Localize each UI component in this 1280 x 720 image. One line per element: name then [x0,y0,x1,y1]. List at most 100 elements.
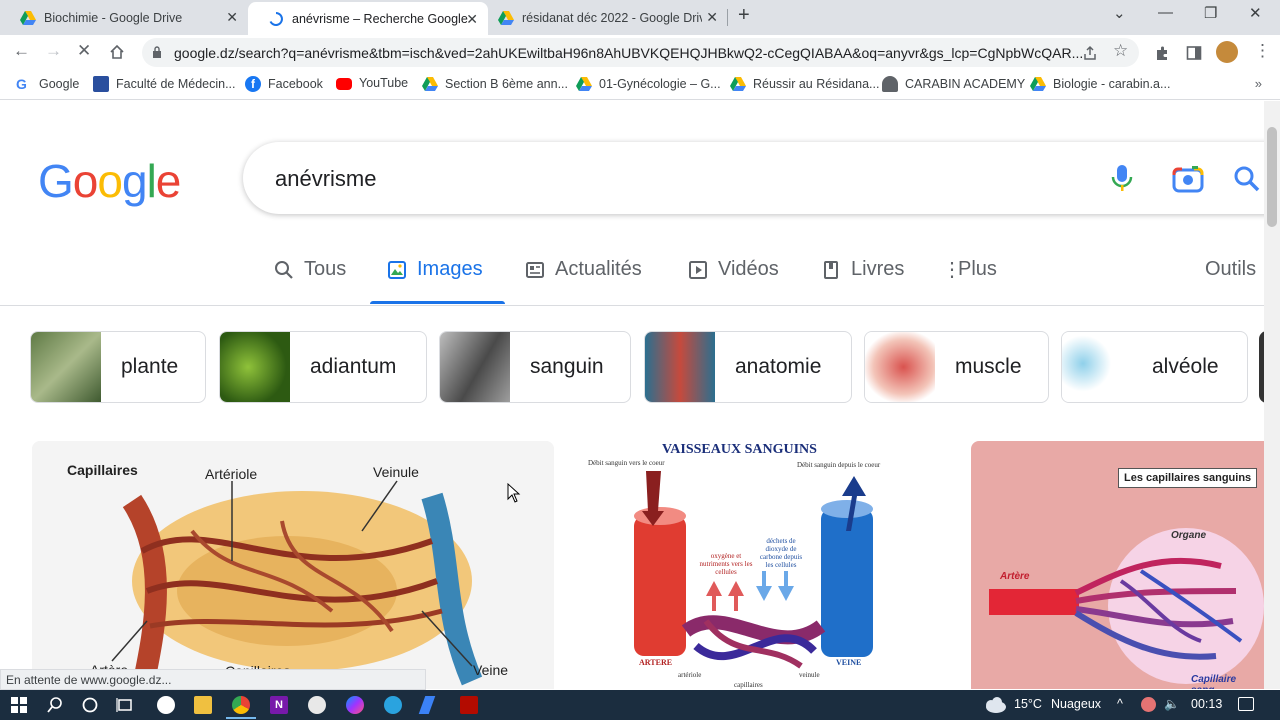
new-tab-button[interactable]: + [738,4,750,27]
image-result-2[interactable]: VAISSEAUX SANGUINS Débit sanguin vers le… [586,441,918,689]
image-result-1[interactable]: Capillaires Artériole Veinule Veine Artè… [32,441,554,689]
task-view-icon[interactable] [116,696,134,714]
page-scrollbar[interactable] [1264,101,1280,689]
chip-label: anatomie [735,355,822,378]
forward-button[interactable]: → [45,41,62,61]
close-tab-icon[interactable]: ✕ [466,11,478,28]
bookmark-star-icon[interactable]: ☆ [1113,41,1128,61]
windows-start-icon[interactable] [10,696,28,714]
bookmark-reussir[interactable]: Réussir au Résidana... [730,76,879,92]
tab-strip: Biochimie - Google Drive ✕ anévrisme – R… [0,0,1280,35]
notifications-icon[interactable] [1238,697,1254,711]
tab-search-icon[interactable]: ⌄ [1113,4,1126,22]
chip-sanguin[interactable]: sanguin [439,331,631,403]
file-explorer-icon[interactable] [194,696,212,714]
voice-search-icon[interactable] [1111,164,1133,194]
lock-icon[interactable] [152,46,162,58]
telegram-icon[interactable] [384,696,402,714]
search-icon[interactable] [1233,165,1261,193]
bookmarks-bar: G Google Faculté de Médecin... f Faceboo… [0,70,1280,100]
tab-livres[interactable]: Livres [821,258,904,281]
drive-icon [730,77,746,91]
label-veine: Veine [473,662,509,678]
tab-biochimie[interactable]: Biochimie - Google Drive ✕ [0,0,248,35]
tab-outils[interactable]: Outils [1205,258,1256,281]
app-icon-shield[interactable] [308,696,326,714]
tray-app-icon[interactable] [1141,697,1156,712]
tab-plus[interactable]: ⋮ Plus [942,258,997,281]
tab-label: Vidéos [718,258,779,280]
drive-icon [422,77,438,91]
address-bar[interactable]: google.dz/search?q=anévrisme&tbm=isch&ve… [142,38,1139,67]
chip-thumbnail [865,332,935,402]
minimize-button[interactable]: — [1158,4,1173,21]
onenote-icon[interactable]: N [270,696,288,714]
close-tab-icon[interactable]: ✕ [226,9,238,26]
acrobat-icon[interactable] [460,696,478,714]
close-tab-icon[interactable]: ✕ [706,9,718,26]
chip-muscle[interactable]: muscle [864,331,1049,403]
bookmark-faculte[interactable]: Faculté de Médecin... [93,76,236,92]
bookmark-section-b[interactable]: Section B 6ème ann... [422,76,568,92]
extensions-icon[interactable] [1154,45,1170,61]
show-hidden-icons[interactable]: ^ [1117,697,1123,711]
tab-images[interactable]: Images [387,258,483,281]
back-button[interactable]: ← [13,41,30,61]
camera-search-icon[interactable] [1172,165,1204,193]
cortana-icon[interactable] [81,696,99,714]
chip-anatomie[interactable]: anatomie [644,331,852,403]
volume-icon[interactable]: 🔈 [1164,697,1180,712]
tab-label: Images [417,258,483,280]
bookmark-facebook[interactable]: f Facebook [245,76,323,92]
google-logo[interactable]: Google [38,154,181,208]
search-tabs: Tous Images Actualités Vidéos Livres ⋮ P… [0,256,1264,306]
bookmark-biologie[interactable]: Biologie - carabin.a... [1030,76,1170,92]
bookmark-label: CARABIN ACADEMY [905,77,1026,91]
tab-actualites[interactable]: Actualités [525,258,642,281]
card2-title: VAISSEAUX SANGUINS [662,442,817,457]
tab-title: Biochimie - Google Drive [44,10,183,25]
tab-title: résidanat déc 2022 - Google Drive [522,10,702,25]
bookmark-carabin[interactable]: CARABIN ACADEMY [882,76,1025,92]
stop-button[interactable]: ✕ [77,41,91,61]
bookmark-label: Facebook [268,77,323,91]
close-window-button[interactable]: ✕ [1249,4,1262,22]
scrollbar-thumb[interactable] [1267,127,1277,227]
weather-condition[interactable]: Nuageux [1051,697,1101,711]
mouse-cursor-icon [507,483,521,503]
tab-anevrisme[interactable]: anévrisme – Recherche Google ✕ [248,2,488,35]
chip-alveole[interactable]: alvéole [1061,331,1248,403]
bookmark-google[interactable]: G Google [16,76,79,92]
home-icon[interactable] [109,44,125,60]
tab-videos[interactable]: Vidéos [688,258,779,281]
chip-plante[interactable]: plante [30,331,206,403]
chip-thumbnail [220,332,290,402]
bookmark-youtube[interactable]: YouTube [336,76,408,90]
tab-label: Outils [1205,258,1257,280]
search-input[interactable]: anévrisme [243,142,1264,214]
restore-button[interactable]: ❐ [1204,4,1217,22]
menu-icon[interactable]: ⋮ [1254,41,1271,61]
taskbar-search-icon[interactable] [46,696,64,714]
chip-adiantum[interactable]: adiantum [219,331,427,403]
card2-oxy-note: oxygène et nutriments vers les cellules [699,552,753,576]
more-bookmarks-icon[interactable]: » [1255,76,1262,91]
chrome-icon[interactable] [232,696,250,714]
tab-label: Actualités [555,258,642,280]
tab-tous[interactable]: Tous [274,258,346,281]
bookmark-gynecologie[interactable]: 01-Gynécologie – G... [576,76,721,92]
clock[interactable]: 00:13 [1191,697,1222,711]
messenger-icon[interactable] [346,696,364,714]
image-result-3[interactable]: Les capillaires sanguins Organe Artère C… [971,441,1264,689]
cloudy-weather-icon[interactable] [982,696,1008,714]
weather-temperature[interactable]: 15°C [1014,697,1042,711]
profile-avatar[interactable] [1216,41,1238,63]
chip-thumbnail [31,332,101,402]
app-icon-arrow[interactable] [418,696,436,714]
side-panel-icon[interactable] [1186,45,1202,61]
share-icon[interactable] [1082,45,1098,61]
tab-residanat[interactable]: résidanat déc 2022 - Google Drive ✕ [478,0,728,35]
active-tab-indicator [370,301,505,304]
app-icon-circle[interactable] [157,696,175,714]
news-icon [526,261,544,278]
